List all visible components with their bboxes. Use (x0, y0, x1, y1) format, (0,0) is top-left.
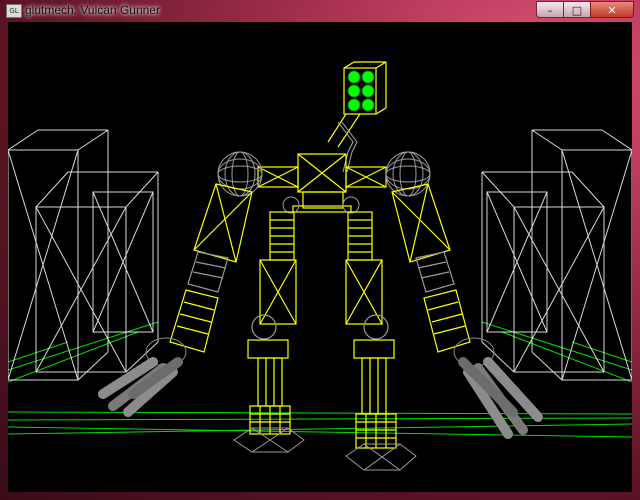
antenna-pipe (337, 121, 358, 173)
title-bar[interactable]: GL glutmech: Vulcan Gunner – □ ✕ (0, 0, 640, 22)
robot-feet (233, 427, 417, 471)
window-title: glutmech: Vulcan Gunner (25, 3, 160, 17)
robot-torso (257, 153, 387, 213)
right-gun (453, 337, 543, 439)
right-buildings (481, 129, 632, 381)
wireframe-scene (8, 61, 632, 471)
right-leg (345, 211, 397, 449)
minimize-button[interactable]: – (536, 1, 564, 18)
left-buildings (8, 129, 159, 381)
left-arm (169, 183, 253, 353)
head-lights (347, 70, 375, 112)
maximize-button[interactable]: □ (563, 1, 591, 18)
right-arm (391, 183, 471, 353)
window-controls: – □ ✕ (536, 1, 634, 18)
app-icon[interactable]: GL (6, 4, 22, 18)
left-gun (98, 337, 187, 417)
hip-joints (282, 196, 360, 214)
left-leg (247, 211, 297, 435)
close-button[interactable]: ✕ (590, 1, 634, 18)
application-window: GL glutmech: Vulcan Gunner – □ ✕ (0, 0, 640, 500)
opengl-viewport[interactable] (8, 22, 632, 492)
